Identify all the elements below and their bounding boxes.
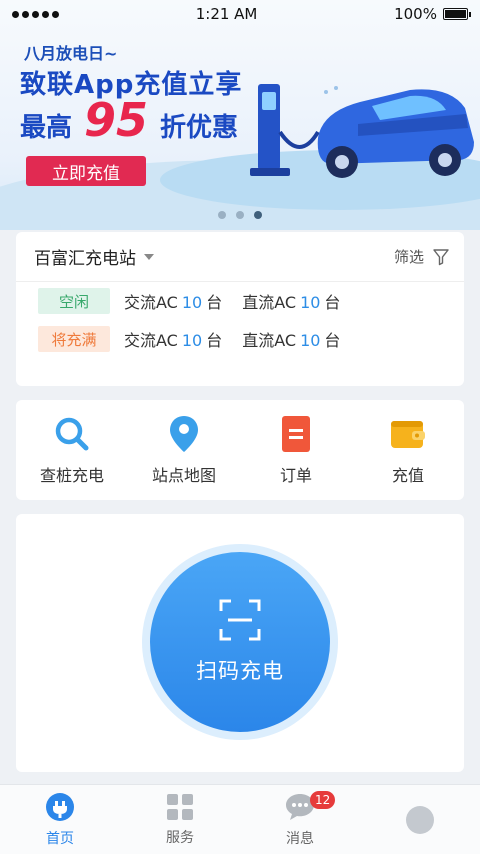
banner-discount-line: 最高 95 折优惠: [20, 93, 239, 147]
caret-down-icon: [144, 253, 154, 260]
recharge-button[interactable]: 充值: [358, 414, 458, 486]
status-badge-idle: 空闲: [38, 288, 110, 314]
home-plug-icon: [46, 792, 74, 821]
dc-count: 直流AC 10 台: [242, 331, 341, 350]
tab-home-label: 首页: [46, 830, 74, 847]
orders-button[interactable]: 订单: [246, 414, 346, 486]
banner-small-title: 八月放电日~: [24, 44, 118, 63]
quick-actions: 查桩充电 站点地图 订单 充值: [16, 400, 464, 500]
station-map-label: 站点地图: [151, 466, 216, 485]
status-badge-nearly-full: 将充满: [38, 326, 110, 352]
ac-count: 交流AC 10 台: [124, 331, 223, 350]
tab-home[interactable]: 首页: [0, 785, 120, 854]
filter-label: 筛选: [393, 248, 424, 266]
order-icon: [282, 416, 310, 452]
tab-messages[interactable]: 12 消息: [240, 785, 360, 854]
station-header: 百富汇充电站 筛选: [16, 232, 464, 282]
banner-suffix: 折优惠: [160, 113, 239, 143]
recharge-label: 充值: [391, 466, 424, 485]
find-charger-label: 查桩充电: [39, 466, 104, 485]
station-map-button[interactable]: 站点地图: [134, 414, 234, 486]
battery-icon: [442, 8, 471, 20]
status-time: 1:21 AM: [195, 5, 258, 23]
charger-car-illustration: [250, 84, 474, 178]
battery-percent: 100%: [394, 5, 437, 23]
banner-pagination[interactable]: [0, 211, 480, 219]
tab-services-label: 服务: [166, 829, 194, 846]
tab-messages-label: 消息: [286, 830, 314, 847]
grid-icon: [167, 793, 193, 820]
ac-count: 交流AC 10 台: [124, 293, 223, 312]
dc-count: 直流AC 10 台: [242, 293, 341, 312]
station-selector[interactable]: 百富汇充电站: [34, 244, 154, 269]
scan-card: 扫码充电: [16, 514, 464, 772]
search-icon: [55, 417, 89, 451]
unread-badge: 12: [310, 791, 336, 809]
scan-frame-icon: [219, 599, 261, 641]
status-bar: 1:21 AM 100%: [0, 0, 480, 28]
page-dot[interactable]: [218, 211, 226, 219]
bottom-tab-bar: 首页 服务 12 消息: [0, 784, 480, 854]
promo-banner[interactable]: 八月放电日~ 致联App充值立享 最高 95 折优惠 立即充值: [0, 0, 480, 230]
filter-funnel-icon: [433, 248, 449, 265]
tab-profile[interactable]: [360, 785, 480, 854]
availability-row-idle: 空闲 交流AC 10 台 直流AC 10 台: [16, 282, 464, 320]
page-dot[interactable]: [236, 211, 244, 219]
tab-services[interactable]: 服务: [120, 785, 240, 854]
station-name: 百富汇充电站: [34, 249, 136, 269]
banner-discount-number: 95: [84, 93, 149, 147]
orders-label: 订单: [279, 466, 312, 485]
scan-to-charge-label: 扫码充电: [196, 659, 284, 683]
profile-icon: [406, 805, 434, 834]
signal-icon: [12, 10, 59, 18]
location-pin-icon: [170, 416, 198, 452]
page-dot-active[interactable]: [254, 211, 262, 219]
scan-to-charge-button[interactable]: 扫码充电: [150, 552, 330, 732]
filter-button[interactable]: 筛选: [394, 246, 450, 267]
find-charger-button[interactable]: 查桩充电: [22, 414, 122, 486]
wallet-icon: [391, 421, 425, 448]
banner-prefix: 最高: [20, 113, 73, 143]
station-card: 百富汇充电站 筛选 空闲 交流AC 10 台 直流AC 10 台 将充满 交流AC 10 台…: [16, 232, 464, 386]
recharge-now-button[interactable]: 立即充值: [26, 156, 146, 186]
availability-row-nearly-full: 将充满 交流AC 10 台 直流AC 10 台: [16, 320, 464, 358]
